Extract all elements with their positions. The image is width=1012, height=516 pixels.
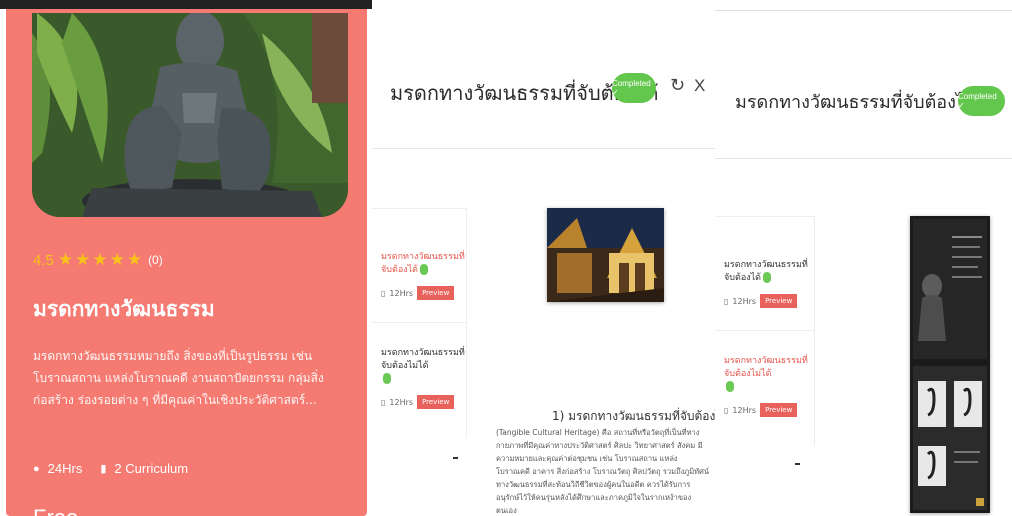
item-duration: 12Hrs: [389, 397, 414, 407]
item-divider: [715, 330, 814, 331]
clock-icon: ●: [33, 462, 40, 475]
completed-badge-label: Completed ✓: [612, 79, 651, 97]
preview-button[interactable]: Preview: [417, 395, 455, 409]
rating-stars-icon: ★★★★★: [57, 250, 145, 269]
course-title[interactable]: มรดกทางวัฒนธรรม: [33, 293, 215, 326]
course-price: Free: [33, 505, 78, 516]
clock-icon: ▯: [724, 405, 729, 415]
header-divider: [372, 148, 715, 149]
collapse-dash-icon[interactable]: [453, 457, 458, 459]
curriculum-item[interactable]: มรดกทางวัฒนธรรมที่จับต้องไม่ได้ ▯ 12Hrs Pr…: [372, 347, 466, 409]
curriculum-item-label: มรดกทางวัฒนธรรมที่จับต้องไม่ได้: [724, 356, 808, 379]
clock-icon: ▯: [381, 397, 386, 407]
clock-icon: ▯: [724, 296, 729, 306]
preview-button[interactable]: Preview: [760, 403, 798, 417]
infographic-image: [910, 216, 990, 513]
course-curriculum: 2 Curriculum: [114, 461, 189, 476]
course-card[interactable]: 4.5 ★★★★★ (0) มรดกทางวัฒนธรรม มรดกทางวัฒ…: [0, 0, 372, 516]
temple-image: [547, 208, 664, 302]
course-thumbnail[interactable]: [32, 13, 348, 217]
book-icon: ▮: [100, 463, 107, 475]
complete-dot-icon: [763, 272, 772, 283]
history-icon[interactable]: ↻: [670, 75, 685, 96]
card-top-bar: [0, 0, 372, 9]
close-icon[interactable]: X: [694, 76, 705, 96]
completed-badge-label: Completed ✓: [958, 92, 997, 110]
content-heading: 1) มรดกทางวัฒนธรรมที่จับต้องได้: [552, 409, 715, 423]
course-description: มรดกทางวัฒนธรรมหมายถึง สิ่งของที่เป็นรูป…: [33, 349, 324, 407]
rating-value: 4.5: [33, 251, 54, 269]
complete-dot-icon: [726, 381, 734, 392]
item-duration: 12Hrs: [732, 296, 757, 306]
lesson-panel-intangible: มรดกทางวัฒนธรรมที่จับต้องไม่ได้ Complete…: [715, 0, 1012, 516]
course-duration: 24Hrs: [47, 461, 83, 476]
collapse-dash-icon[interactable]: [795, 463, 800, 465]
completed-badge[interactable]: Completed ✓: [612, 73, 656, 103]
curriculum-item[interactable]: มรดกทางวัฒนธรรมที่จับต้องได้ ▯ 12Hrs Previ…: [372, 251, 466, 300]
item-duration: 12Hrs: [732, 405, 757, 415]
curriculum-sidebar: มรดกทางวัฒนธรรมที่จับต้องได้ ▯ 12Hrs Previ…: [715, 216, 815, 446]
curriculum-item[interactable]: มรดกทางวัฒนธรรมที่จับต้องได้ ▯ 12Hrs Previ…: [715, 259, 814, 308]
top-divider: [715, 10, 1012, 11]
course-card-body: 4.5 ★★★★★ (0) มรดกทางวัฒนธรรม มรดกทางวัฒ…: [6, 9, 367, 516]
complete-dot-icon: [420, 264, 429, 275]
item-divider: [372, 322, 466, 323]
course-rating: 4.5 ★★★★★ (0): [33, 250, 163, 270]
completed-badge[interactable]: Completed ✓: [958, 86, 1005, 116]
curriculum-item[interactable]: มรดกทางวัฒนธรรมที่จับต้องไม่ได้ ▯ 12Hrs Pr…: [715, 355, 814, 417]
complete-dot-icon: [383, 373, 391, 384]
content-body: (Tangible Cultural Heritage) คือ สถานที่…: [496, 428, 709, 515]
header-divider: [715, 158, 1012, 159]
curriculum-item-label: มรดกทางวัฒนธรรมที่จับต้องไม่ได้: [381, 348, 465, 371]
preview-button[interactable]: Preview: [417, 286, 455, 300]
curriculum-sidebar: มรดกทางวัฒนธรรมที่จับต้องได้ ▯ 12Hrs Previ…: [372, 208, 467, 438]
item-duration: 12Hrs: [389, 288, 414, 298]
statue-image: [32, 13, 348, 217]
clock-icon: ▯: [381, 288, 386, 298]
lesson-panel-tangible: มรดกทางวัฒนธรรมที่จับต้องได้ Completed ✓…: [372, 0, 715, 516]
course-meta: ● 24Hrs ▮ 2 Curriculum: [33, 461, 188, 476]
rating-count: (0): [148, 253, 163, 267]
preview-button[interactable]: Preview: [760, 294, 798, 308]
